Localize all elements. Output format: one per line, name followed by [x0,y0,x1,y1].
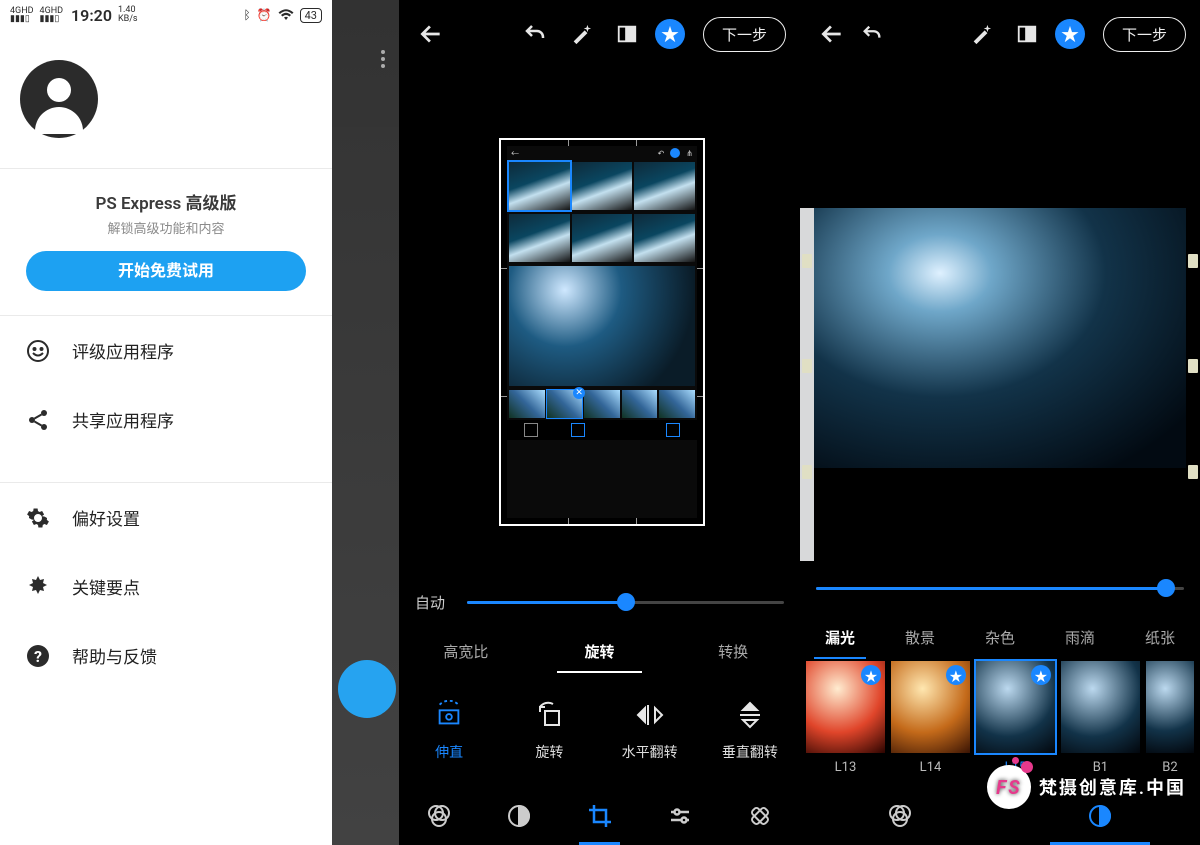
tab-rotate[interactable]: 旋转 [533,629,667,675]
screenshot-panel-effects: ★ 下一步 漏光 散景 杂色 雨滴 纸张 ★ L13 ★ [800,0,1200,845]
nav-crop-icon[interactable] [559,787,639,845]
preview-image [800,208,1200,468]
menu-rate-app[interactable]: 评级应用程序 [0,316,332,385]
battery-indicator: 43 [300,8,322,23]
watermark-logo: FS [987,765,1031,809]
top-toolbar: ★ 下一步 [800,0,1200,68]
background-app-strip [332,0,399,845]
back-icon[interactable] [413,16,449,52]
watermark: FS 梵摄创意库.中国 [987,765,1186,809]
magic-wand-icon[interactable] [563,16,599,52]
tab-transform[interactable]: 转换 [666,629,800,675]
tab-paper[interactable]: 纸张 [1120,615,1200,661]
tab-grain[interactable]: 杂色 [960,615,1040,661]
nav-sliders-icon[interactable] [640,787,720,845]
slider-label: 自动 [415,592,455,613]
screenshot-panel-menu: 4GHD▮▮▮▯ 4GHD▮▮▮▯ 19:20 1.40KB/s ᛒ ⏰ 43 [0,0,399,845]
nav-looks-icon[interactable] [800,787,1000,845]
tab-aspect-ratio[interactable]: 高宽比 [399,629,533,675]
nav-heal-icon[interactable] [720,787,800,845]
rotate-tools: 伸直 旋转 水平翻转 垂直翻转 [399,675,800,787]
next-button[interactable]: 下一步 [1103,17,1186,52]
magic-wand-icon[interactable] [963,16,999,52]
menu-label: 评级应用程序 [72,338,174,363]
bottom-nav [399,787,800,845]
menu-help-feedback[interactable]: ? 帮助与反馈 [0,621,332,690]
navigation-drawer: 4GHD▮▮▮▯ 4GHD▮▮▮▯ 19:20 1.40KB/s ᛒ ⏰ 43 [0,0,332,845]
tab-light-leak[interactable]: 漏光 [800,615,880,661]
preset-label: L13 [806,753,885,783]
menu-label: 关键要点 [72,574,140,599]
compare-icon[interactable] [609,16,645,52]
tool-flip-horizontal[interactable]: 水平翻转 [600,675,700,787]
tool-rotate[interactable]: 旋转 [499,675,599,787]
premium-star-icon[interactable]: ★ [655,19,685,49]
network-speed: 1.40KB/s [118,6,138,24]
status-bar: 4GHD▮▮▮▯ 4GHD▮▮▮▯ 19:20 1.40KB/s ᛒ ⏰ 43 [0,0,332,30]
wifi-icon [278,9,294,21]
tab-raindrops[interactable]: 雨滴 [1040,615,1120,661]
rotate-icon [534,700,564,730]
undo-icon[interactable] [854,16,890,52]
menu-label: 帮助与反馈 [72,643,157,668]
flip-v-icon [735,700,765,730]
smile-icon [26,339,50,363]
tool-label: 水平翻转 [622,742,678,762]
alarm-icon: ⏰ [257,8,272,22]
promo-subtitle: 解锁高级功能和内容 [14,218,318,237]
back-icon[interactable] [814,16,850,52]
flip-h-icon [635,700,665,730]
tool-label: 垂直翻转 [722,742,778,762]
share-icon [26,408,50,432]
bluetooth-icon: ᛒ [243,8,250,22]
next-button[interactable]: 下一步 [703,17,786,52]
start-trial-button[interactable]: 开始免费试用 [26,251,306,291]
straighten-slider[interactable]: 自动 [399,575,800,629]
star-icon: ★ [946,665,966,685]
top-toolbar: ★ 下一步 [399,0,800,68]
promo-title: PS Express 高级版 [14,189,318,214]
user-avatar[interactable] [20,60,98,138]
signal-icon: 4GHD▮▮▮▯ [10,7,34,23]
menu-key-points[interactable]: 关键要点 [0,552,332,621]
effects-tab-bar: 漏光 散景 杂色 雨滴 纸张 [800,615,1200,661]
overflow-menu-icon[interactable] [381,50,385,68]
preset-l14[interactable]: ★ L14 [891,661,970,787]
star-icon: ★ [861,665,881,685]
menu-label: 共享应用程序 [72,407,174,432]
nav-adjust-icon[interactable] [479,787,559,845]
crop-tab-bar: 高宽比 旋转 转换 [399,629,800,675]
compare-icon[interactable] [1009,16,1045,52]
menu-preferences[interactable]: 偏好设置 [0,483,332,552]
watermark-text: 梵摄创意库.中国 [1039,774,1186,800]
preview-canvas[interactable] [800,68,1200,561]
signal-icon: 4GHD▮▮▮▯ [40,7,64,23]
star-icon: ★ [1031,665,1051,685]
preset-label: L14 [891,753,970,783]
premium-star-icon[interactable]: ★ [1055,19,1085,49]
intensity-slider[interactable] [800,561,1200,615]
undo-icon[interactable] [517,16,553,52]
clock: 19:20 [71,6,112,25]
screenshot-panel-crop: ★ 下一步 ←↶⋔ ✎ 自动 高宽比 旋转 [399,0,800,845]
burst-icon [26,575,50,599]
crop-canvas[interactable]: ←↶⋔ ✎ [399,68,800,575]
crop-frame[interactable]: ←↶⋔ ✎ [499,138,705,526]
premium-promo: PS Express 高级版 解锁高级功能和内容 开始免费试用 [0,169,332,315]
gear-icon [26,506,50,530]
svg-text:?: ? [34,647,42,666]
tool-straighten[interactable]: 伸直 [399,675,499,787]
tool-label: 伸直 [435,742,463,762]
help-icon: ? [26,644,50,668]
straighten-icon [434,700,464,730]
preset-l13[interactable]: ★ L13 [806,661,885,787]
tab-bokeh[interactable]: 散景 [880,615,960,661]
menu-label: 偏好设置 [72,505,140,530]
menu-share-app[interactable]: 共享应用程序 [0,385,332,454]
tool-flip-vertical[interactable]: 垂直翻转 [700,675,800,787]
nav-looks-icon[interactable] [399,787,479,845]
tool-label: 旋转 [535,742,563,762]
